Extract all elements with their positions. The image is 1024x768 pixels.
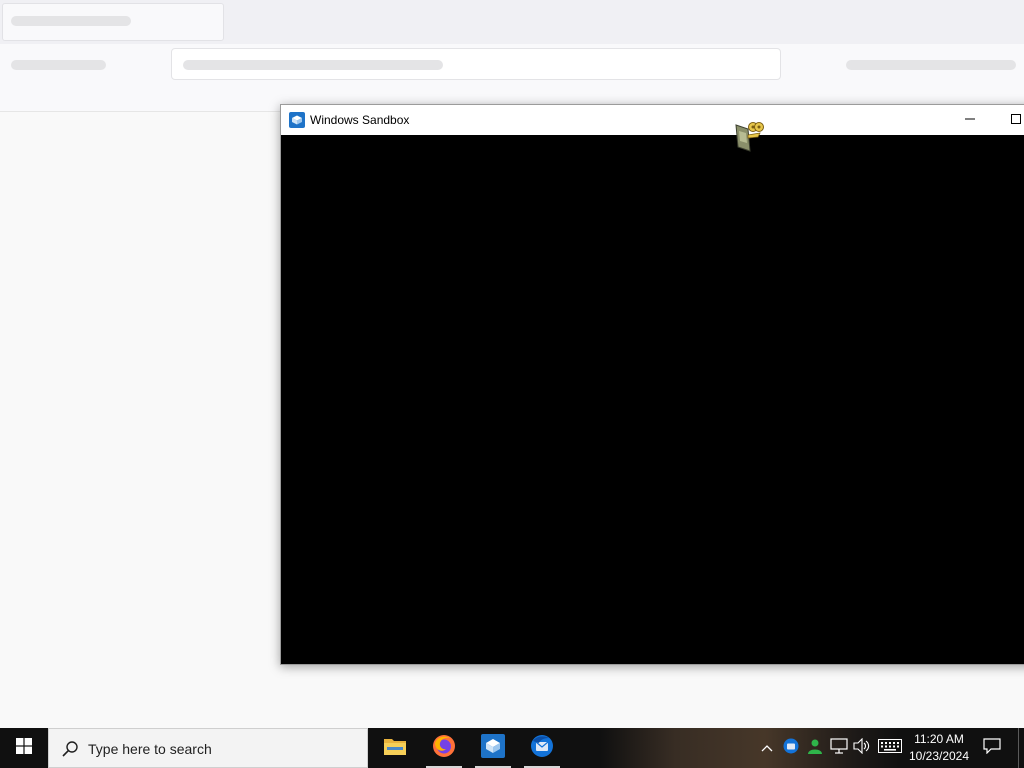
action-center-button[interactable]: [976, 728, 1008, 768]
minimize-button[interactable]: [947, 105, 993, 135]
thunderbird-icon: [530, 734, 554, 763]
toolbar-skeleton-left: [11, 60, 106, 70]
toolbar-skeleton-right: [846, 60, 1016, 70]
taskbar-clock[interactable]: 11:20 AM 10/23/2024: [900, 731, 978, 765]
maximize-icon: [1011, 111, 1021, 129]
sandbox-window: Windows Sandbox: [280, 104, 1024, 665]
firefox-icon: [432, 734, 456, 763]
sandbox-icon: [481, 733, 505, 763]
busy-cursor-icon: [734, 121, 764, 155]
search-placeholder: Type here to search: [88, 741, 212, 757]
sandbox-display-area[interactable]: [281, 135, 1024, 664]
tray-people-button[interactable]: [805, 728, 825, 768]
tray-thunderbird-button[interactable]: [781, 728, 801, 768]
chevron-up-icon: [761, 739, 773, 757]
taskbar: Type here to search 11:20 AM 10/23/2024: [0, 728, 1024, 768]
tab-title-skeleton: [11, 16, 131, 26]
minimize-icon: [965, 111, 975, 129]
folder-icon: [383, 735, 407, 762]
taskbar-app-thunderbird[interactable]: [518, 728, 566, 768]
network-icon: [830, 737, 848, 759]
taskbar-app-firefox[interactable]: [420, 728, 468, 768]
maximize-button[interactable]: [993, 105, 1024, 135]
clock-time: 11:20 AM: [914, 732, 964, 746]
notification-icon: [983, 737, 1001, 759]
background-address-bar[interactable]: [171, 48, 781, 80]
taskbar-app-file-explorer[interactable]: [371, 728, 419, 768]
taskbar-app-windows-sandbox[interactable]: [469, 728, 517, 768]
speaker-icon: [853, 737, 871, 759]
search-icon: [61, 740, 79, 758]
background-tab[interactable]: [2, 3, 224, 41]
background-tab-strip: [0, 0, 1024, 44]
windows-logo-icon: [16, 737, 32, 759]
taskbar-search-box[interactable]: Type here to search: [48, 728, 368, 768]
clock-date: 10/23/2024: [908, 749, 970, 763]
tray-thunderbird-icon: [783, 738, 799, 759]
sandbox-app-icon: [289, 112, 305, 128]
start-button[interactable]: [0, 728, 48, 768]
keyboard-icon: [878, 738, 902, 758]
show-hidden-icons-button[interactable]: [758, 728, 776, 768]
network-button[interactable]: [829, 728, 849, 768]
show-desktop-button[interactable]: [1018, 728, 1024, 768]
window-title: Windows Sandbox: [310, 113, 410, 127]
user-icon: [807, 738, 823, 759]
window-title-bar[interactable]: Windows Sandbox: [281, 105, 1024, 135]
volume-button[interactable]: [852, 728, 872, 768]
address-skeleton: [183, 60, 443, 70]
